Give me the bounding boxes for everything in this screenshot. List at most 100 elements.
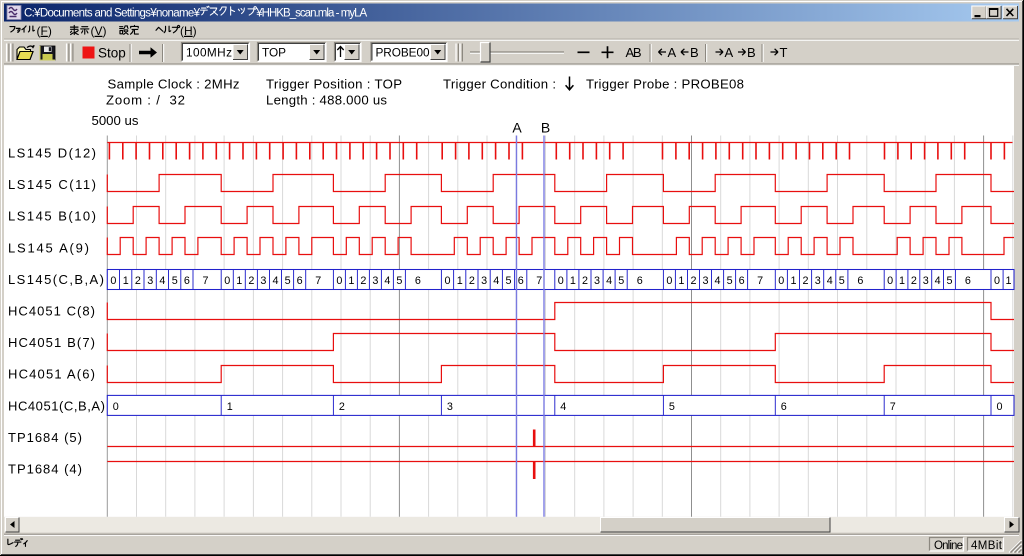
svg-text:0: 0 xyxy=(666,275,672,287)
svg-text:7: 7 xyxy=(536,275,542,287)
svg-text:4MBit: 4MBit xyxy=(971,540,1003,552)
svg-text:Length : 488.000 us: Length : 488.000 us xyxy=(266,93,387,108)
svg-text:7: 7 xyxy=(757,275,763,287)
svg-text:0: 0 xyxy=(336,275,342,287)
svg-text:3: 3 xyxy=(447,401,453,413)
svg-text:Sample Clock : 2MHz: Sample Clock : 2MHz xyxy=(108,77,240,92)
svg-text:4: 4 xyxy=(272,275,278,287)
svg-text:3: 3 xyxy=(481,275,487,287)
svg-text:6: 6 xyxy=(637,275,643,287)
svg-text:0: 0 xyxy=(224,275,230,287)
svg-text:3: 3 xyxy=(702,275,708,287)
svg-text:5: 5 xyxy=(727,275,733,287)
svg-text:(F): (F) xyxy=(37,24,52,38)
svg-text:0: 0 xyxy=(113,401,119,413)
svg-text:LS145 D(12): LS145 D(12) xyxy=(8,146,96,161)
svg-text:5: 5 xyxy=(839,275,845,287)
svg-text:6: 6 xyxy=(184,275,190,287)
svg-text:0: 0 xyxy=(997,401,1003,413)
svg-text:4: 4 xyxy=(606,275,612,287)
svg-text:PROBE00: PROBE00 xyxy=(376,45,430,59)
svg-text:HC4051 A(6): HC4051 A(6) xyxy=(8,367,95,382)
svg-text:Zoom : / 32: Zoom : / 32 xyxy=(106,93,185,108)
svg-text:B: B xyxy=(747,45,756,60)
svg-text:2: 2 xyxy=(802,275,808,287)
svg-text:7: 7 xyxy=(890,401,896,413)
svg-text:2: 2 xyxy=(248,275,254,287)
svg-text:C:¥Documents and Settings¥nona: C:¥Documents and Settings¥noname¥ xyxy=(24,8,201,20)
svg-text:B: B xyxy=(541,120,550,136)
svg-text:(V): (V) xyxy=(91,24,107,38)
svg-text:2: 2 xyxy=(360,275,366,287)
svg-text:Online: Online xyxy=(934,540,963,552)
svg-text:7: 7 xyxy=(315,275,321,287)
svg-text:2: 2 xyxy=(690,275,696,287)
svg-text:AB: AB xyxy=(626,45,642,60)
svg-text:5000 us: 5000 us xyxy=(92,113,139,128)
svg-text:3: 3 xyxy=(923,275,929,287)
svg-text:5: 5 xyxy=(669,401,675,413)
svg-text:2: 2 xyxy=(339,401,345,413)
svg-text:1: 1 xyxy=(227,401,233,413)
svg-text:(H): (H) xyxy=(180,24,197,38)
svg-text:¥HHKB_scan.mla - myLA: ¥HHKB_scan.mla - myLA xyxy=(255,8,367,20)
svg-text:LS145(C,B,A): LS145(C,B,A) xyxy=(8,272,104,287)
svg-text:0: 0 xyxy=(110,275,116,287)
svg-text:4: 4 xyxy=(493,275,499,287)
svg-text:TP1684 (5): TP1684 (5) xyxy=(8,430,82,445)
svg-text:2: 2 xyxy=(469,275,475,287)
svg-text:4: 4 xyxy=(935,275,941,287)
svg-text:T: T xyxy=(780,45,788,60)
svg-text:7: 7 xyxy=(202,275,208,287)
svg-text:2: 2 xyxy=(135,275,141,287)
svg-text:HC4051 B(7): HC4051 B(7) xyxy=(8,335,95,350)
svg-text:6: 6 xyxy=(415,275,421,287)
svg-text:1: 1 xyxy=(348,275,354,287)
svg-text:5: 5 xyxy=(396,275,402,287)
svg-text:6: 6 xyxy=(965,275,971,287)
svg-text:4: 4 xyxy=(560,401,566,413)
svg-text:5: 5 xyxy=(285,275,291,287)
svg-text:3: 3 xyxy=(815,275,821,287)
svg-text:LS145 A(9): LS145 A(9) xyxy=(8,240,89,255)
svg-text:5: 5 xyxy=(505,275,511,287)
svg-text:4: 4 xyxy=(384,275,390,287)
svg-text:Trigger Condition :: Trigger Condition : xyxy=(443,77,556,92)
svg-text:TP1684 (4): TP1684 (4) xyxy=(8,462,82,477)
svg-text:0: 0 xyxy=(887,275,893,287)
svg-text:A: A xyxy=(725,45,734,60)
svg-text:TOP: TOP xyxy=(262,45,286,59)
svg-text:1: 1 xyxy=(236,275,242,287)
svg-text:5: 5 xyxy=(618,275,624,287)
svg-text:4: 4 xyxy=(159,275,165,287)
svg-text:A: A xyxy=(668,45,677,60)
svg-text:6: 6 xyxy=(781,401,787,413)
svg-text:HC4051(C,B,A): HC4051(C,B,A) xyxy=(8,398,105,413)
svg-text:100MHz: 100MHz xyxy=(186,45,232,59)
svg-text:1: 1 xyxy=(790,275,796,287)
svg-text:2: 2 xyxy=(911,275,917,287)
svg-text:0: 0 xyxy=(444,275,450,287)
svg-text:3: 3 xyxy=(260,275,266,287)
svg-text:B: B xyxy=(690,45,699,60)
svg-text:1: 1 xyxy=(570,275,576,287)
svg-text:Trigger Position : TOP: Trigger Position : TOP xyxy=(266,77,402,92)
svg-text:0: 0 xyxy=(994,275,1000,287)
svg-text:1: 1 xyxy=(123,275,129,287)
svg-text:6: 6 xyxy=(857,275,863,287)
svg-text:Stop: Stop xyxy=(98,46,126,61)
svg-text:3: 3 xyxy=(594,275,600,287)
svg-text:1: 1 xyxy=(899,275,905,287)
svg-text:1: 1 xyxy=(1005,275,1011,287)
svg-text:3: 3 xyxy=(147,275,153,287)
svg-text:0: 0 xyxy=(778,275,784,287)
svg-text:5: 5 xyxy=(172,275,178,287)
svg-text:6: 6 xyxy=(739,275,745,287)
svg-text:5: 5 xyxy=(946,275,952,287)
svg-text:1: 1 xyxy=(457,275,463,287)
svg-text:Trigger Probe : PROBE08: Trigger Probe : PROBE08 xyxy=(586,77,744,92)
svg-text:3: 3 xyxy=(372,275,378,287)
svg-text:0: 0 xyxy=(558,275,564,287)
svg-text:4: 4 xyxy=(827,275,833,287)
svg-text:6: 6 xyxy=(518,275,524,287)
